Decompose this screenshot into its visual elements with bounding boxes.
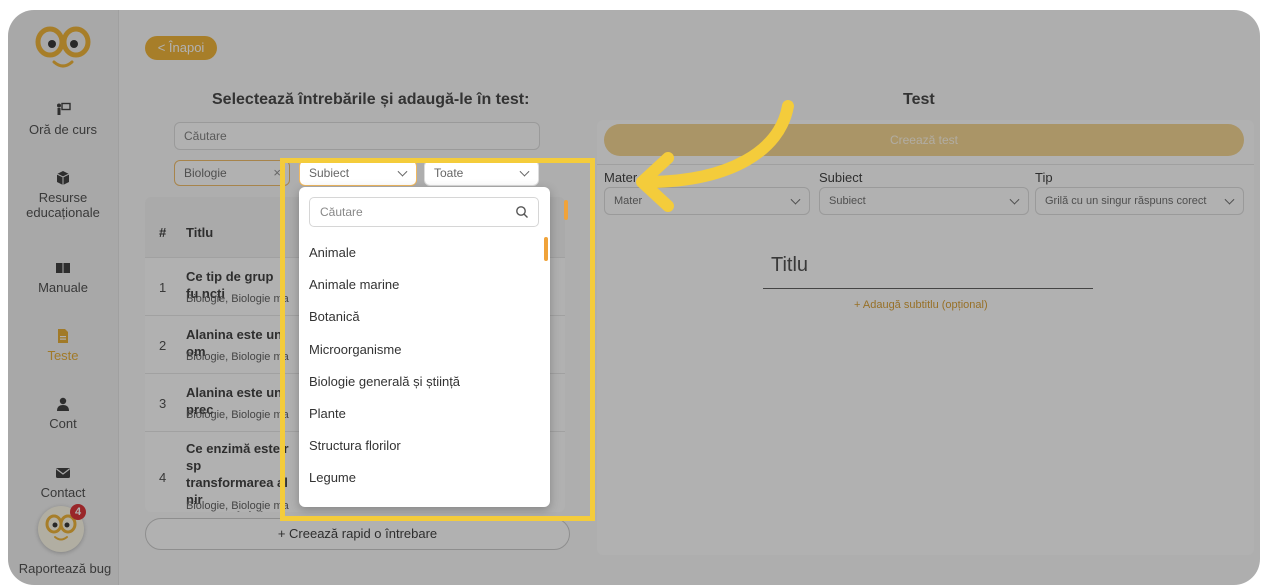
tutorial-highlight-box [280,158,595,521]
tutorial-arrow-icon [636,100,794,212]
